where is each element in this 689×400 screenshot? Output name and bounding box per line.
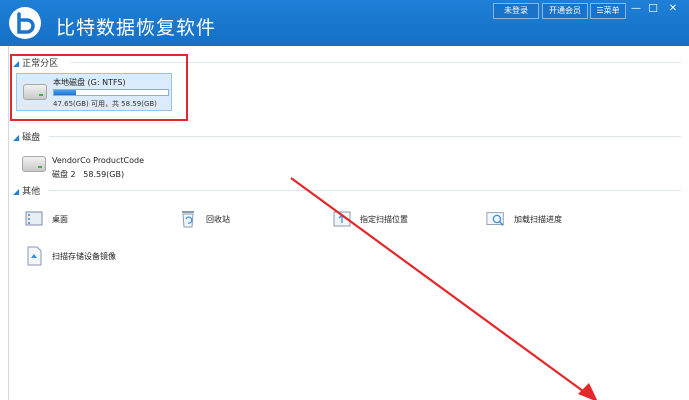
annotation-arrow: [290, 177, 598, 400]
